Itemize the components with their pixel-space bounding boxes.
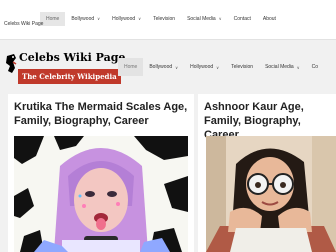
chevron-down-icon: ∨: [175, 64, 179, 70]
logo-mascot-icon: [6, 54, 17, 73]
top-nav-social-media[interactable]: Social Media ∨: [181, 12, 228, 26]
chevron-down-icon: ∨: [138, 16, 142, 21]
logo-tagline: The Celebrity Wikipedia: [18, 69, 121, 84]
post-thumbnail-image: [14, 136, 188, 252]
main-nav-hollywood[interactable]: Hollywood ∨: [184, 58, 225, 76]
post-title-link[interactable]: Krutika The Mermaid Scales Age, Family, …: [14, 100, 190, 128]
main-nav-contact[interactable]: Co: [306, 58, 324, 76]
top-nav-bollywood[interactable]: Bollywood ∨: [65, 12, 106, 26]
chevron-down-icon: ∨: [97, 16, 101, 21]
post-thumbnail[interactable]: [14, 136, 188, 252]
chevron-down-icon: ∨: [218, 16, 222, 21]
main-nav-bollywood[interactable]: Bollywood ∨: [143, 58, 184, 76]
logo-brand-text: Celebs Wiki Page: [19, 51, 126, 64]
site-title-link[interactable]: Celebs Wiki Page: [4, 21, 43, 27]
post-thumbnail-image: [206, 136, 336, 252]
post-thumbnail[interactable]: [206, 136, 336, 252]
site-logo[interactable]: Celebs Wiki Page The Celebrity Wikipedia: [4, 50, 125, 86]
chevron-down-icon: ∨: [216, 64, 220, 70]
top-nav-home[interactable]: Home: [40, 12, 66, 26]
top-nav-television[interactable]: Television: [147, 12, 181, 26]
top-nav-contact[interactable]: Contact: [228, 12, 257, 26]
main-nav-television[interactable]: Television: [225, 58, 259, 76]
top-navigation: Home Bollywood ∨ Hollywood ∨ Television So…: [40, 12, 282, 26]
top-nav-about[interactable]: About: [257, 12, 282, 26]
top-nav-hollywood[interactable]: Hollywood ∨: [106, 12, 147, 26]
main-nav-social-media[interactable]: Social Media ∨: [259, 58, 306, 76]
top-bar: Home Bollywood ∨ Hollywood ∨ Television So…: [0, 0, 336, 40]
post-card: Krutika The Mermaid Scales Age, Family, …: [8, 94, 194, 252]
main-navigation: Home Bollywood ∨ Hollywood ∨ Television So…: [118, 58, 324, 76]
main-nav-home[interactable]: Home: [118, 58, 144, 76]
post-card: Ashnoor Kaur Age, Family, Biography, Car…: [198, 94, 336, 252]
chevron-down-icon: ∨: [296, 64, 300, 70]
